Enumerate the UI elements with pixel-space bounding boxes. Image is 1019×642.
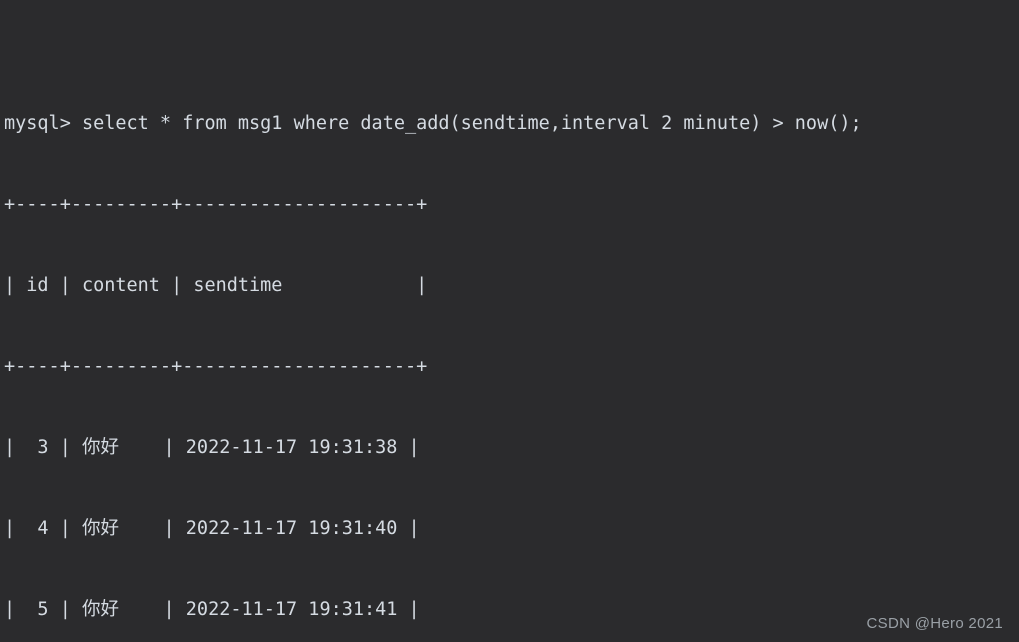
table-header-row: | id | content | sendtime | (4, 275, 428, 296)
terminal-window[interactable]: mysql> select * from msg1 where date_add… (0, 0, 1019, 642)
command-line: mysql> select * from msg1 where date_add… (4, 113, 862, 134)
table-row: | 3 | 你好 | 2022-11-17 19:31:38 | (4, 437, 420, 458)
table-separator-header: +----+---------+---------------------+ (4, 356, 428, 377)
table-separator-top: +----+---------+---------------------+ (4, 194, 428, 215)
table-row: | 4 | 你好 | 2022-11-17 19:31:40 | (4, 518, 420, 539)
watermark: CSDN @Hero 2021 (866, 615, 1003, 632)
